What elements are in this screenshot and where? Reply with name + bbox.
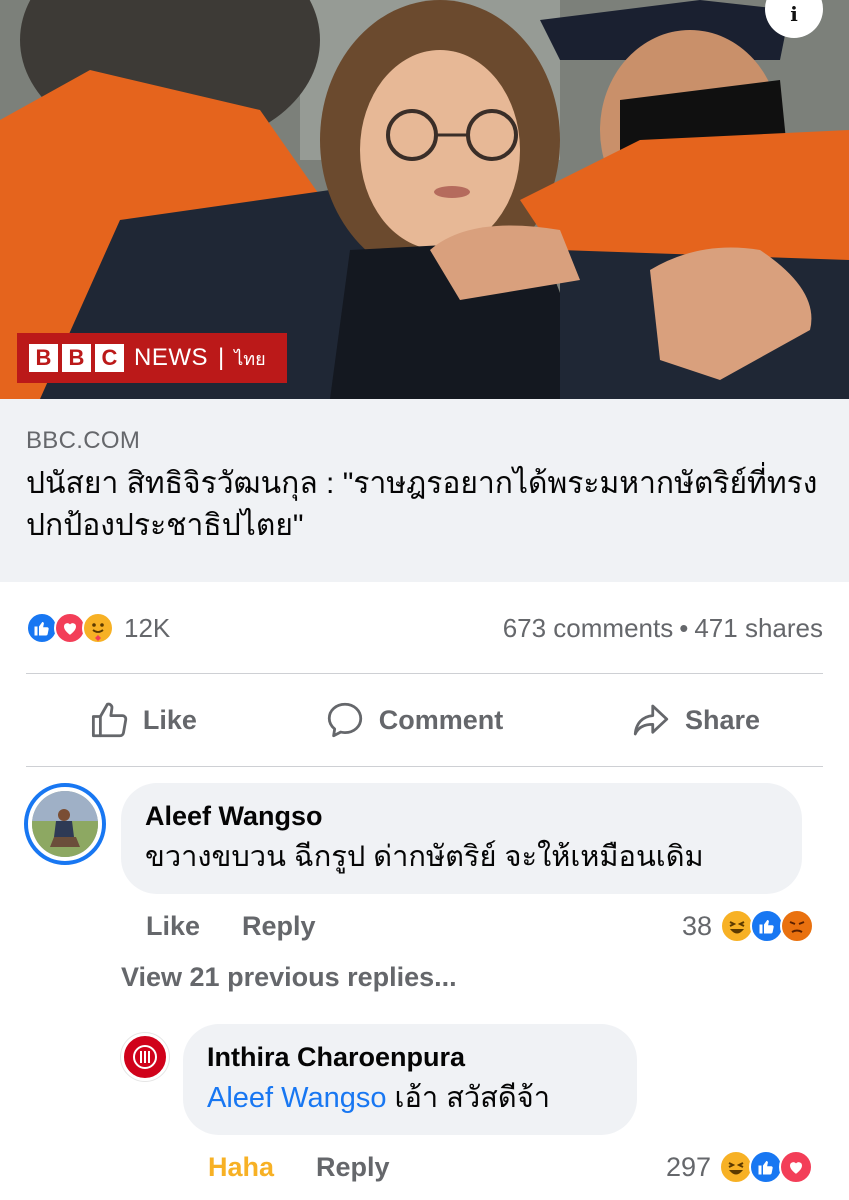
- comment-reply-button[interactable]: Reply: [242, 911, 316, 942]
- engagement-counts: 673 comments • 471 shares: [503, 613, 823, 644]
- comment-text: ขวางขบวน ฉีกรูป ด่ากษัตริย์ จะให้เหมือนเ…: [145, 841, 704, 873]
- comment-reactions[interactable]: 38: [682, 906, 815, 946]
- reply-body: เอ้า สวัสดีจ้า: [386, 1082, 550, 1114]
- share-label: Share: [685, 704, 761, 735]
- thumbs-up-icon: [91, 702, 128, 738]
- link-title: ปนัสยา สิทธิจิรวัฒนกุล : "ราษฎรอยากได้พร…: [26, 467, 818, 542]
- bbc-block: C: [95, 344, 124, 372]
- view-previous-replies-link[interactable]: View 21 previous replies...: [121, 962, 457, 993]
- like-icon: [750, 909, 785, 943]
- comment-actions: Like Reply: [146, 906, 358, 946]
- avatar[interactable]: [121, 1033, 169, 1081]
- bbc-language: ไทย: [234, 348, 266, 369]
- share-count[interactable]: 471 shares: [694, 613, 823, 643]
- care-icon: [82, 612, 114, 644]
- comment-button[interactable]: Comment: [323, 699, 504, 741]
- link-domain: BBC.COM: [26, 427, 141, 454]
- bbc-news-thai-logo: B B C NEWS | ไทย: [17, 333, 287, 383]
- comment-author[interactable]: Aleef Wangso: [145, 799, 778, 833]
- reply-actions: Haha Reply: [208, 1147, 432, 1187]
- info-glyph: i: [790, 2, 798, 26]
- post-image[interactable]: i B B C NEWS | ไทย: [0, 0, 849, 399]
- bbc-separator: |: [218, 344, 225, 371]
- post-stats: 12K 673 comments • 471 shares: [26, 604, 823, 652]
- reply-mention[interactable]: Aleef Wangso: [207, 1082, 386, 1114]
- share-arrow-icon: [633, 704, 669, 736]
- like-button[interactable]: Like: [89, 699, 197, 741]
- like-label: Like: [142, 704, 197, 735]
- reply-bubble[interactable]: Inthira Charoenpura Aleef Wangso เอ้า สว…: [183, 1024, 637, 1135]
- reaction-summary[interactable]: 12K: [26, 612, 170, 644]
- reply-reactions[interactable]: 297: [666, 1147, 814, 1187]
- comment-label: Comment: [378, 704, 504, 735]
- bbc-news-text: NEWS: [134, 344, 208, 371]
- haha-icon: [719, 1150, 754, 1184]
- page-logo-icon: [133, 1045, 157, 1069]
- link-preview[interactable]: BBC.COM ปนัสยา สิทธิจิรวัฒนกุล : "ราษฎรอ…: [0, 399, 849, 582]
- comment-count[interactable]: 673 comments: [503, 613, 674, 643]
- comment-bubble[interactable]: Aleef Wangso ขวางขบวน ฉีกรูป ด่ากษัตริย์…: [121, 783, 802, 894]
- bbc-logo-blocks: B B C: [29, 344, 124, 372]
- reply-reaction-count: 297: [666, 1151, 712, 1182]
- post-actions: Like Comment Share: [26, 674, 823, 766]
- comment-bubble-icon: [327, 702, 362, 738]
- comment-reaction-count: 38: [682, 910, 713, 941]
- reply-author[interactable]: Inthira Charoenpura: [207, 1040, 613, 1074]
- angry-icon: [780, 909, 815, 943]
- love-icon: [779, 1150, 814, 1184]
- reply-text: Aleef Wangso เอ้า สวัสดีจ้า: [207, 1078, 613, 1118]
- haha-icon: [720, 909, 755, 943]
- share-button[interactable]: Share: [629, 699, 760, 741]
- bbc-block: B: [62, 344, 91, 372]
- reply-reply-button[interactable]: Reply: [316, 1152, 390, 1183]
- avatar[interactable]: [24, 783, 106, 865]
- like-icon: [749, 1150, 784, 1184]
- separator-dot: •: [679, 612, 689, 643]
- reply-haha-button[interactable]: Haha: [208, 1152, 274, 1183]
- divider: [26, 766, 823, 767]
- avatar-photo: [32, 791, 98, 857]
- comment-like-button[interactable]: Like: [146, 911, 200, 942]
- bbc-block: B: [29, 344, 58, 372]
- reaction-count: 12K: [124, 612, 171, 643]
